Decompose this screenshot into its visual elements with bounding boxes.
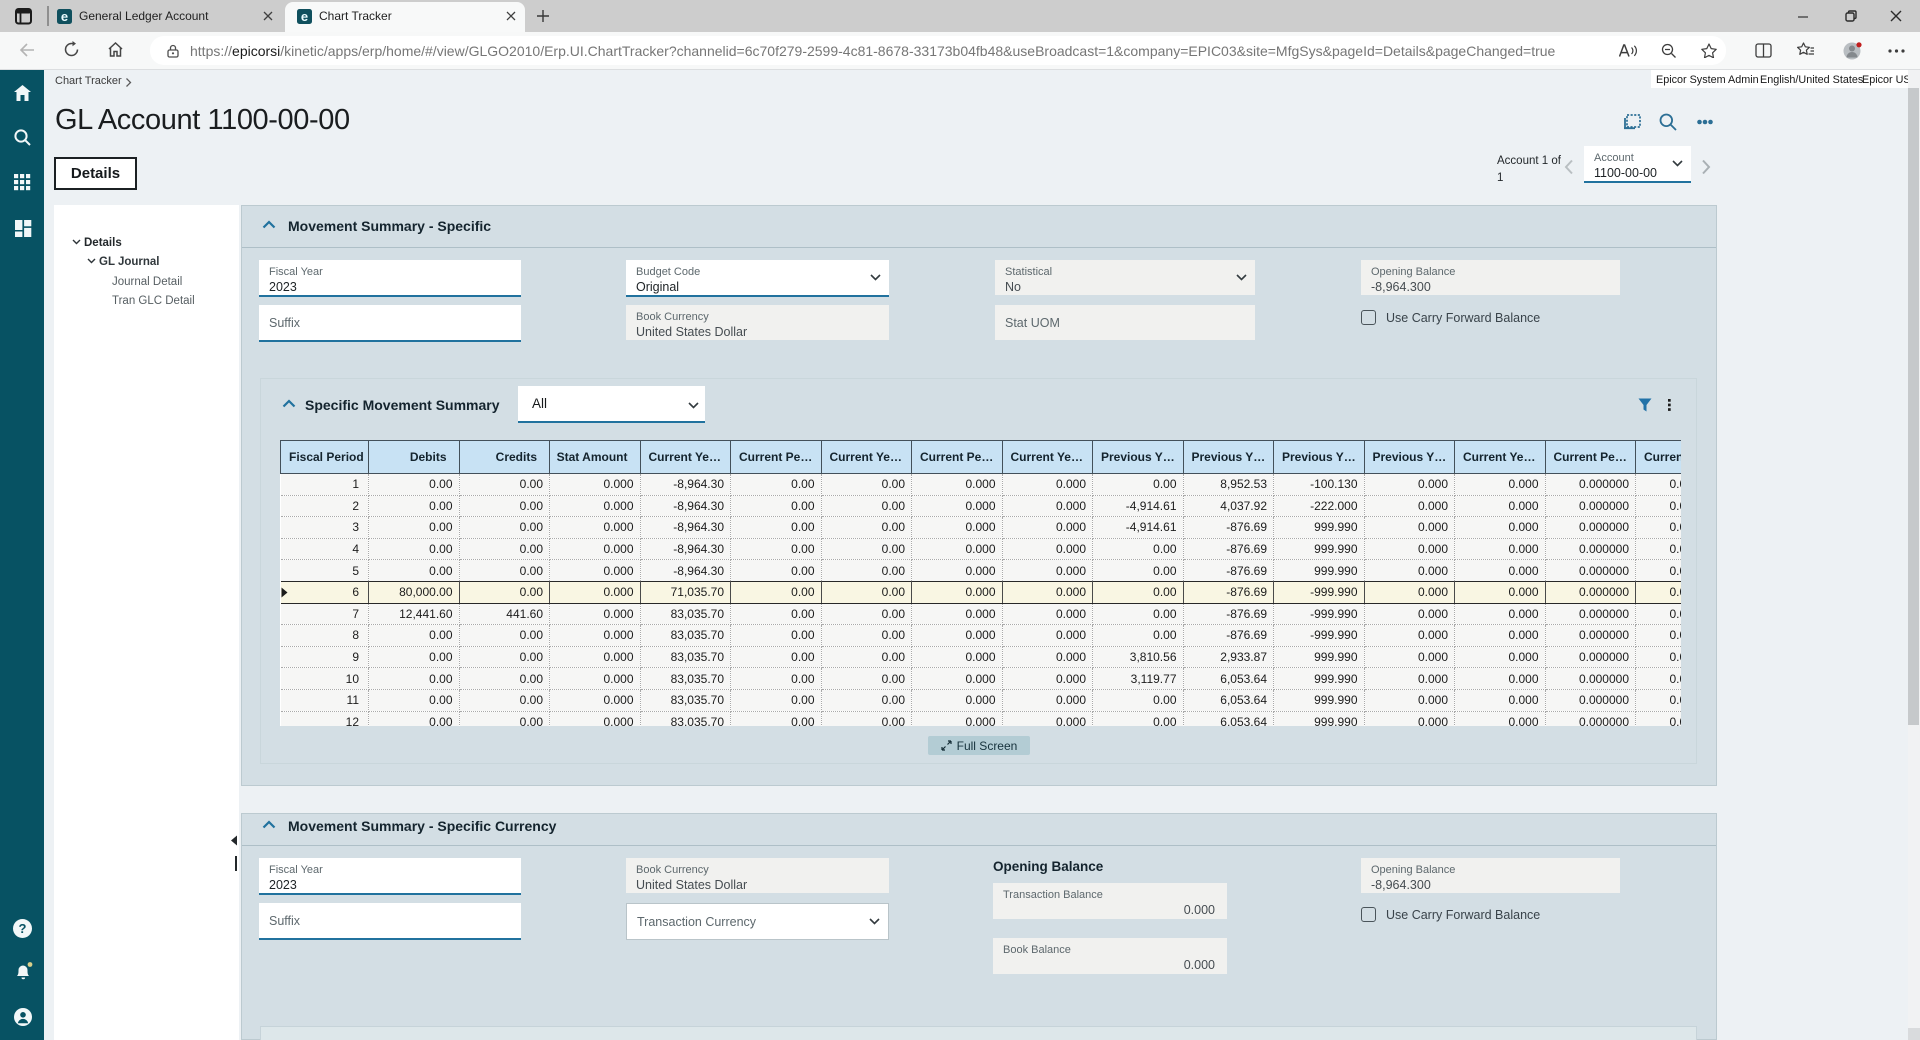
svg-text:e: e xyxy=(301,9,308,24)
svg-text:e: e xyxy=(61,9,68,24)
svg-text:?: ? xyxy=(19,921,27,936)
